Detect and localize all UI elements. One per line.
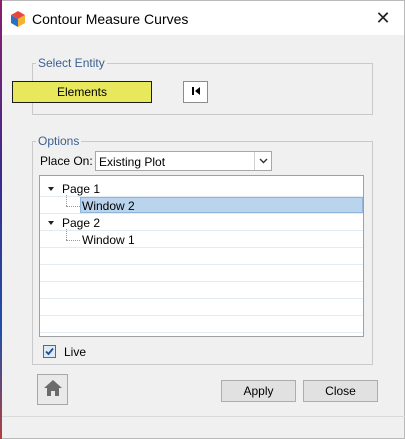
tree-connector	[66, 206, 80, 207]
options-legend: Options	[38, 134, 80, 148]
place-on-label: Place On:	[40, 154, 93, 168]
tree-item-page-2[interactable]: Page 2	[40, 214, 363, 231]
chevron-down-icon	[254, 152, 271, 170]
place-on-select[interactable]: Existing Plot	[95, 151, 272, 171]
window-title: Contour Measure Curves	[32, 11, 189, 27]
select-entity-legend: Select Entity	[38, 56, 105, 70]
reset-selection-button[interactable]	[183, 81, 208, 103]
reset-selection-icon	[191, 85, 201, 99]
tree-empty-row	[40, 282, 363, 299]
tree-empty-row	[40, 265, 363, 282]
tree-empty-row	[40, 299, 363, 316]
tree-item-label: Window 1	[82, 233, 135, 247]
home-icon	[43, 379, 63, 400]
live-checkbox[interactable]	[43, 345, 56, 358]
title-bar[interactable]: Contour Measure Curves ✕	[1, 1, 404, 35]
tree-empty-row	[40, 248, 363, 265]
home-button[interactable]	[37, 374, 68, 405]
window-tree[interactable]: Page 1 Window 2 Page 2 Window 1	[39, 175, 364, 337]
dialog-window: Contour Measure Curves ✕ Select Entity E…	[0, 0, 405, 439]
tree-connector	[66, 229, 67, 240]
expand-arrow-icon[interactable]	[47, 180, 57, 197]
elements-button[interactable]: Elements	[12, 81, 152, 103]
tree-item-label: Window 2	[82, 199, 135, 213]
expand-arrow-icon[interactable]	[47, 214, 57, 231]
tree-empty-row	[40, 316, 363, 333]
background-strip	[0, 0, 2, 439]
cube-icon	[9, 10, 27, 28]
tree-item-label: Page 2	[62, 216, 101, 230]
tree-item-window-2[interactable]: Window 2	[40, 197, 363, 214]
place-on-value: Existing Plot	[99, 155, 166, 169]
tree-item-window-1[interactable]: Window 1	[40, 231, 363, 248]
tree-connector	[66, 195, 67, 206]
close-button[interactable]: Close	[303, 380, 378, 402]
divider	[2, 416, 405, 417]
apply-button[interactable]: Apply	[221, 380, 296, 402]
check-icon	[45, 347, 54, 356]
close-icon[interactable]: ✕	[372, 7, 394, 29]
tree-item-page-1[interactable]: Page 1	[40, 180, 363, 197]
tree-item-label: Page 1	[62, 182, 101, 196]
tree-connector	[66, 240, 80, 241]
live-label: Live	[64, 345, 87, 359]
